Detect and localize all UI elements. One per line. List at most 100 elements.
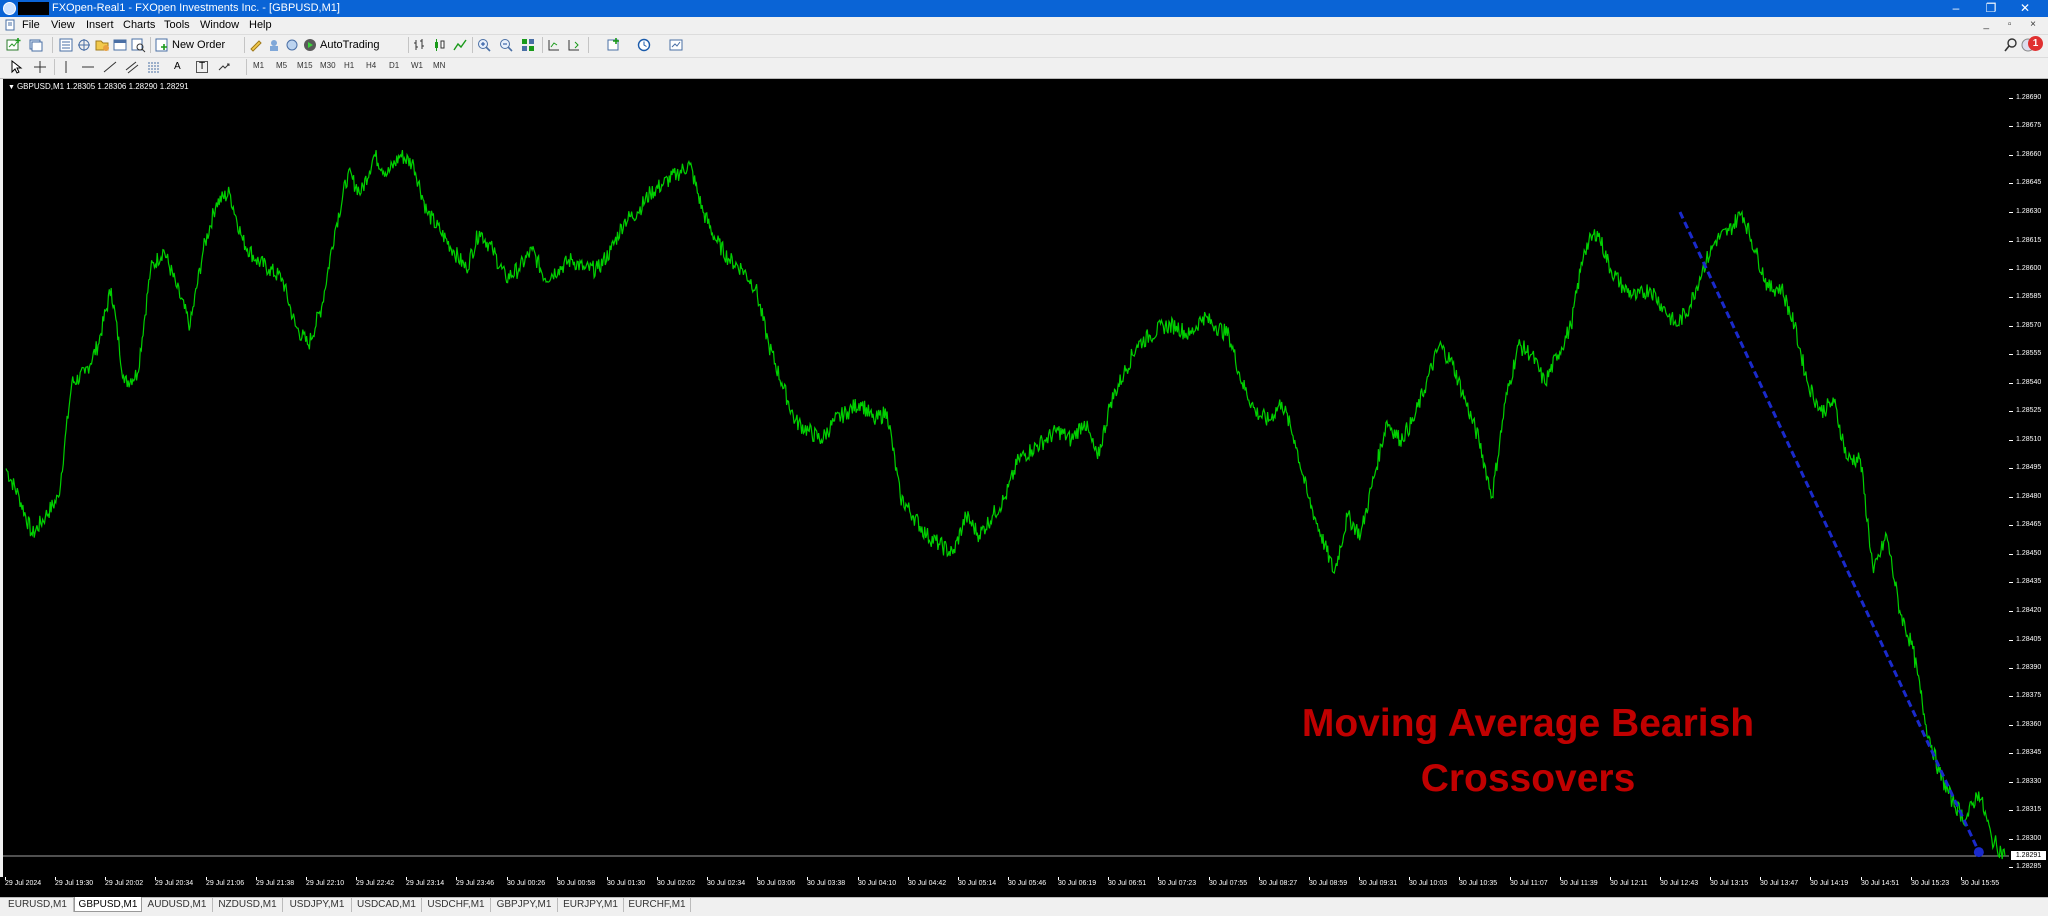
- time-tick: [1861, 877, 1862, 880]
- time-tick-label: 30 Jul 15:23: [1911, 880, 1950, 887]
- text-label-tool-button[interactable]: T: [196, 61, 209, 73]
- time-tick-label: 30 Jul 07:55: [1209, 880, 1248, 887]
- tab-eurusd[interactable]: EURUSD,M1: [2, 897, 74, 912]
- profiles-icon[interactable]: [28, 37, 44, 53]
- collapse-triangle-icon[interactable]: ▼: [8, 84, 15, 91]
- menu-charts[interactable]: Charts: [123, 19, 155, 31]
- candlestick-icon[interactable]: [432, 37, 448, 53]
- tab-eurjpy[interactable]: EURJPY,M1: [558, 897, 624, 912]
- arrows-icon[interactable]: [216, 59, 232, 75]
- price-tick: [2009, 155, 2013, 156]
- window-title: FXOpen-Real1 - FXOpen Investments Inc. -…: [52, 2, 340, 14]
- price-tick: [2009, 468, 2013, 469]
- price-tick: [2009, 297, 2013, 298]
- search-icon[interactable]: [2003, 37, 2019, 53]
- price-tick-label: 1.28450: [2016, 550, 2042, 557]
- signals-icon[interactable]: [266, 37, 282, 53]
- zoom-out-icon[interactable]: [498, 37, 514, 53]
- horizontal-line-icon[interactable]: [80, 59, 96, 75]
- navigator-icon[interactable]: [94, 37, 110, 53]
- timeframe-m30[interactable]: M30: [320, 61, 336, 70]
- tab-gbpusd[interactable]: GBPUSD,M1: [74, 897, 142, 912]
- periods-icon[interactable]: [636, 37, 652, 53]
- menu-file[interactable]: File: [22, 19, 40, 31]
- fibonacci-icon[interactable]: [146, 59, 162, 75]
- tab-usdjpy[interactable]: USDJPY,M1: [283, 897, 352, 912]
- terminal-icon[interactable]: [112, 37, 128, 53]
- vertical-line-icon[interactable]: [58, 59, 74, 75]
- timeframe-h1[interactable]: H1: [344, 61, 354, 70]
- timeframe-w1[interactable]: W1: [411, 61, 423, 70]
- tab-audusd[interactable]: AUDUSD,M1: [142, 897, 213, 912]
- line-chart-icon[interactable]: [452, 37, 468, 53]
- document-icon[interactable]: [4, 19, 16, 31]
- price-tick-label: 1.28585: [2016, 293, 2042, 300]
- time-tick: [958, 877, 959, 880]
- tab-usdcad[interactable]: USDCAD,M1: [352, 897, 422, 912]
- overlay-caption-line2: Crossovers: [1420, 757, 1636, 800]
- price-tick-label: 1.28480: [2016, 493, 2042, 500]
- time-tick-label: 30 Jul 05:14: [958, 880, 997, 887]
- chart-info-text: GBPUSD,M1 1.28305 1.28306 1.28290 1.2829…: [16, 82, 189, 91]
- price-tick-label: 1.28435: [2016, 578, 2042, 585]
- redacted-account: [18, 2, 49, 15]
- autotrading-icon[interactable]: [302, 37, 318, 53]
- bar-chart-icon[interactable]: [412, 37, 428, 53]
- timeframe-m1[interactable]: M1: [253, 61, 264, 70]
- crosshair-icon[interactable]: [32, 59, 48, 75]
- price-tick: [2009, 98, 2013, 99]
- new-chart-icon[interactable]: [6, 37, 22, 53]
- tab-eurchf[interactable]: EURCHF,M1: [624, 897, 691, 912]
- time-tick-label: 29 Jul 22:10: [306, 880, 345, 887]
- auto-scroll-icon[interactable]: [566, 37, 582, 53]
- price-scale[interactable]: [2009, 79, 2048, 897]
- close-button[interactable]: ✕: [2002, 0, 2048, 17]
- timeframe-m15[interactable]: M15: [297, 61, 313, 70]
- price-tick-label: 1.28660: [2016, 151, 2042, 158]
- tab-usdchf[interactable]: USDCHF,M1: [422, 897, 491, 912]
- metaeditor-icon[interactable]: [248, 37, 264, 53]
- time-tick: [1058, 877, 1059, 880]
- menu-help[interactable]: Help: [249, 19, 272, 31]
- time-tick-label: 29 Jul 22:42: [356, 880, 395, 887]
- autotrading-button[interactable]: AutoTrading: [320, 39, 380, 51]
- strategy-tester-icon[interactable]: [130, 37, 146, 53]
- price-tick: [2009, 183, 2013, 184]
- timeframe-mn[interactable]: MN: [433, 61, 445, 70]
- text-tool-button[interactable]: A: [174, 61, 181, 72]
- mdi-window-controls[interactable]: _ ▫ ×: [1983, 19, 2044, 30]
- timeframe-m5[interactable]: M5: [276, 61, 287, 70]
- chart-shift-icon[interactable]: [546, 37, 562, 53]
- price-tick: [2009, 440, 2013, 441]
- tab-nzdusd[interactable]: NZDUSD,M1: [213, 897, 283, 912]
- cursor-icon[interactable]: [8, 59, 24, 75]
- channel-icon[interactable]: [124, 59, 140, 75]
- time-tick: [1409, 877, 1410, 880]
- price-tick-label: 1.28525: [2016, 407, 2042, 414]
- vps-icon[interactable]: [284, 37, 300, 53]
- time-tick-label: 30 Jul 10:35: [1459, 880, 1498, 887]
- menu-tools[interactable]: Tools: [164, 19, 190, 31]
- zoom-in-icon[interactable]: [476, 37, 492, 53]
- price-tick-label: 1.28495: [2016, 464, 2042, 471]
- price-tick-label: 1.28315: [2016, 806, 2042, 813]
- menu-insert[interactable]: Insert: [86, 19, 114, 31]
- new-order-icon[interactable]: [154, 37, 170, 53]
- templates-icon[interactable]: [668, 37, 684, 53]
- indicators-icon[interactable]: [606, 37, 622, 53]
- tile-windows-icon[interactable]: [520, 37, 536, 53]
- trendline-icon[interactable]: [102, 59, 118, 75]
- market-watch-icon[interactable]: [58, 37, 74, 53]
- time-tick: [1911, 877, 1912, 880]
- price-tick-label: 1.28345: [2016, 749, 2042, 756]
- overlay-caption-line1: Moving Average Bearish: [1301, 702, 1755, 745]
- data-window-icon[interactable]: [76, 37, 92, 53]
- timeframe-h4[interactable]: H4: [366, 61, 376, 70]
- tab-gbpjpy[interactable]: GBPJPY,M1: [491, 897, 558, 912]
- menu-window[interactable]: Window: [200, 19, 239, 31]
- new-order-button[interactable]: New Order: [172, 39, 225, 51]
- price-tick: [2009, 497, 2013, 498]
- notification-badge[interactable]: 1: [2028, 36, 2043, 51]
- timeframe-d1[interactable]: D1: [389, 61, 399, 70]
- menu-view[interactable]: View: [51, 19, 75, 31]
